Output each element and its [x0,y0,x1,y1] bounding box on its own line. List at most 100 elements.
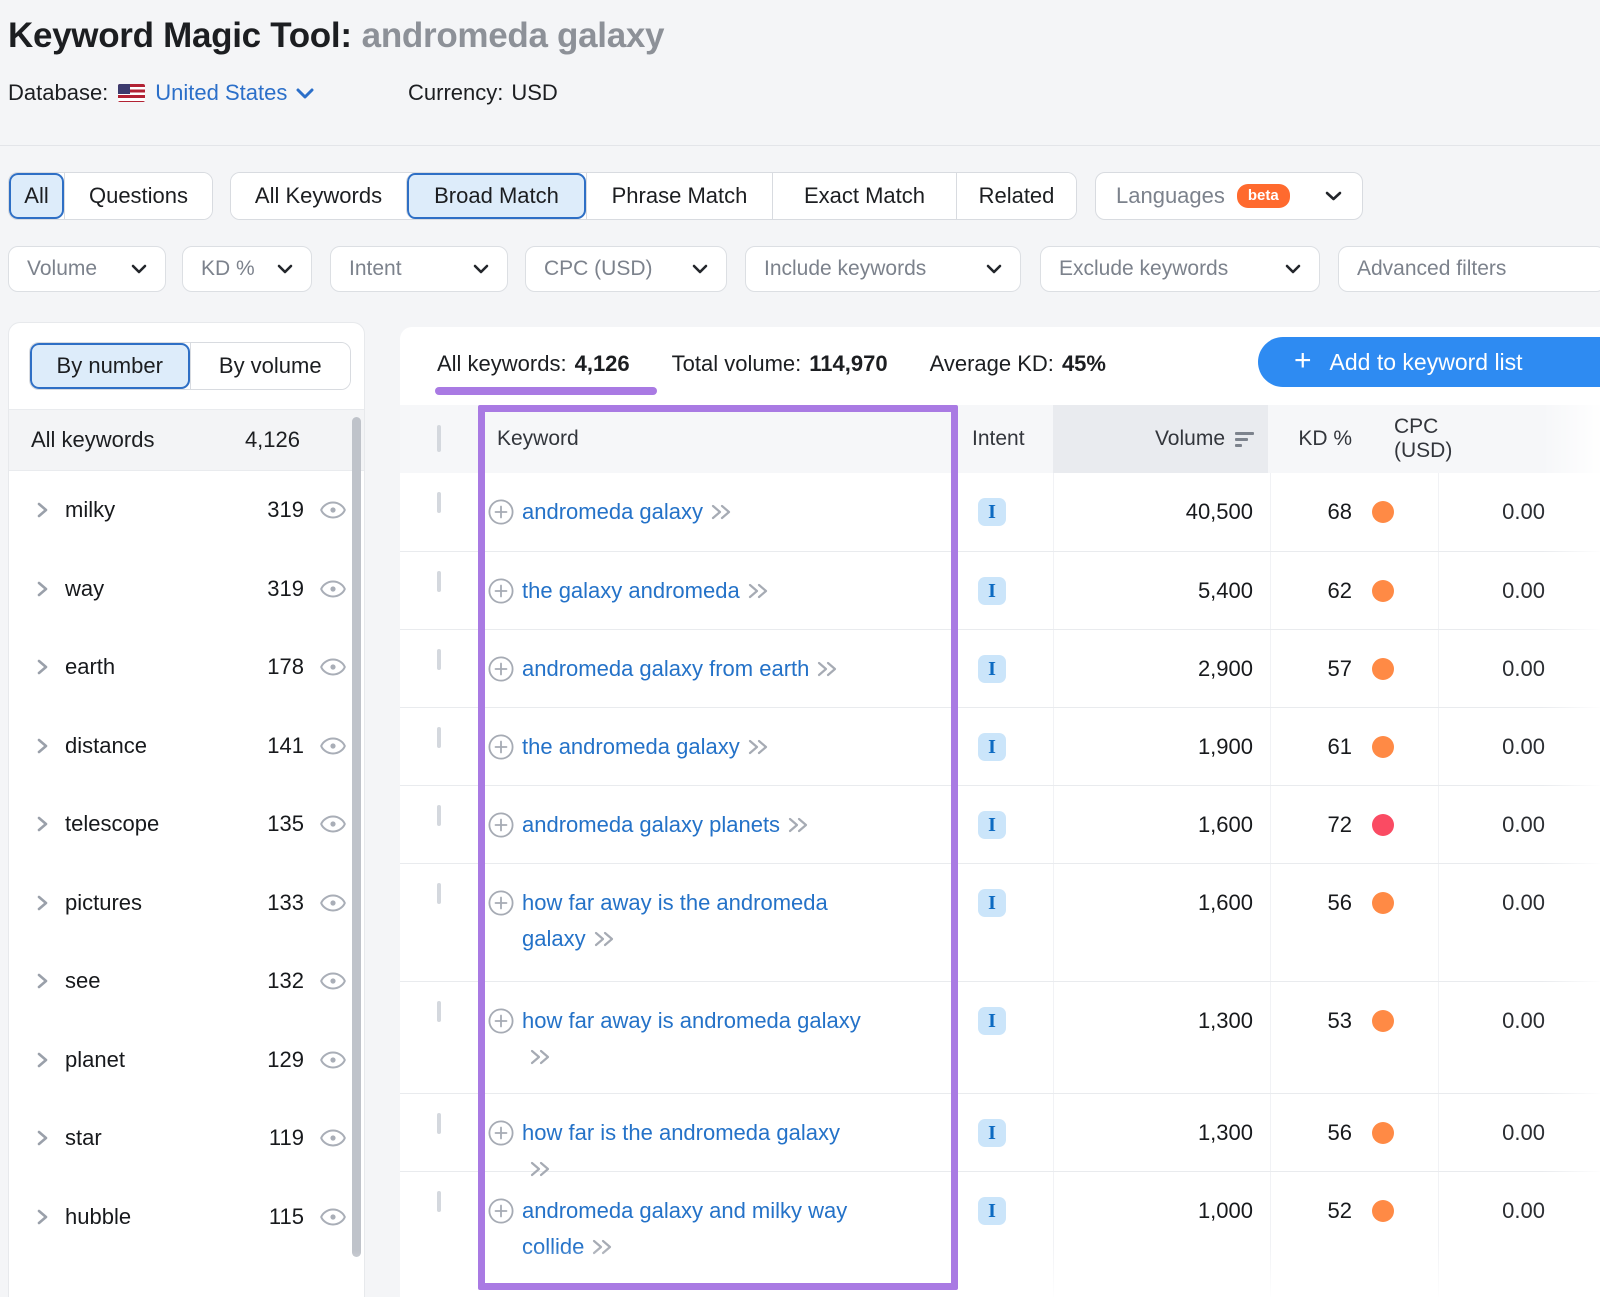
keyword-link[interactable]: the andromeda galaxy [522,734,740,759]
database-select[interactable]: United States [155,80,314,106]
chevron-right-icon [35,815,49,833]
keyword-link[interactable]: andromeda galaxy and milky way collide [522,1198,847,1259]
include-keywords-dropdown[interactable]: Include keywords [745,246,1021,292]
kd-value: 68 [1328,494,1352,530]
expand-keyword-icon[interactable] [816,652,838,688]
keyword-link[interactable]: how far away is andromeda galaxy [522,1008,861,1033]
row-checkbox[interactable] [437,1001,441,1022]
expand-keyword-icon[interactable] [787,808,809,844]
add-keyword-icon[interactable] [488,499,514,536]
volume-column-header[interactable]: Volume [1053,405,1268,473]
group-item-earth[interactable]: earth178 [9,628,364,707]
intent-column-header[interactable]: Intent [890,427,1010,451]
eye-icon[interactable] [320,1208,346,1226]
add-to-keyword-list-button[interactable]: + Add to keyword list [1258,337,1600,387]
expand-keyword-icon[interactable] [529,1040,551,1076]
eye-icon[interactable] [320,737,346,755]
group-item-planet[interactable]: planet129 [9,1021,364,1100]
advanced-filters-button[interactable]: Advanced filters [1338,246,1600,292]
table-row: how far away is the andromeda galaxy I 1… [400,863,1600,981]
keyword-column-header[interactable]: Keyword [465,427,890,451]
eye-icon[interactable] [320,501,346,519]
keyword-link[interactable]: andromeda galaxy planets [522,812,780,837]
tab-broad-match[interactable]: Broad Match [406,173,586,219]
group-item-star[interactable]: star119 [9,1099,364,1178]
expand-keyword-icon[interactable] [593,922,615,958]
eye-icon[interactable] [320,1129,346,1147]
row-checkbox[interactable] [437,1113,441,1134]
tab-questions[interactable]: Questions [64,173,212,219]
expand-keyword-icon[interactable] [747,730,769,766]
intent-filter-dropdown[interactable]: Intent [330,246,508,292]
group-item-telescope[interactable]: telescope135 [9,785,364,864]
keywords-table-card: All keywords:4,126 Total volume:114,970 … [400,327,1600,1297]
tab-exact-match[interactable]: Exact Match [772,173,956,219]
expand-keyword-icon[interactable] [710,495,732,531]
group-item-hubble[interactable]: hubble115 [9,1178,364,1257]
average-kd-value: 45% [1062,351,1106,376]
sidebar-header[interactable]: All keywords 4,126 [9,409,364,471]
expand-keyword-icon[interactable] [591,1230,613,1266]
group-item-pictures[interactable]: pictures133 [9,864,364,943]
languages-dropdown[interactable]: Languages beta [1095,172,1363,220]
group-item-see[interactable]: see132 [9,942,364,1021]
group-item-milky[interactable]: milky319 [9,471,364,550]
expand-keyword-icon[interactable] [529,1152,551,1188]
keyword-link[interactable]: the galaxy andromeda [522,578,740,603]
add-keyword-icon[interactable] [488,1120,514,1157]
add-keyword-icon[interactable] [488,734,514,771]
chevron-right-icon [35,1051,49,1069]
row-checkbox[interactable] [437,805,441,826]
group-item-distance[interactable]: distance141 [9,707,364,786]
expand-keyword-icon[interactable] [747,574,769,610]
keyword-link[interactable]: how far away is the andromeda galaxy [522,890,828,951]
add-keyword-icon[interactable] [488,890,514,927]
eye-icon[interactable] [320,972,346,990]
row-checkbox[interactable] [437,649,441,670]
total-volume-label: Total volume: [672,351,802,376]
kd-difficulty-dot [1372,658,1394,680]
volume-filter-dropdown[interactable]: Volume [8,246,166,292]
all-keywords-value: 4,126 [575,351,630,376]
eye-icon[interactable] [320,580,346,598]
row-checkbox[interactable] [437,492,441,513]
cpc-value: 0.00 [1394,1115,1545,1151]
kd-value: 57 [1328,651,1352,687]
toggle-by-number[interactable]: By number [30,343,190,389]
row-checkbox[interactable] [437,727,441,748]
tab-all-keywords[interactable]: All Keywords [231,173,406,219]
eye-icon[interactable] [320,1051,346,1069]
add-keyword-icon[interactable] [488,812,514,849]
tab-related[interactable]: Related [956,173,1076,219]
eye-icon[interactable] [320,894,346,912]
add-keyword-icon[interactable] [488,1008,514,1045]
eye-icon[interactable] [320,658,346,676]
group-item-way[interactable]: way319 [9,550,364,629]
row-checkbox[interactable] [437,883,441,904]
exclude-keywords-dropdown[interactable]: Exclude keywords [1040,246,1320,292]
cpc-column-header[interactable]: CPC (USD) [1352,415,1497,463]
volume-value: 1,600 [1010,885,1253,921]
eye-icon[interactable] [320,815,346,833]
sort-descending-icon[interactable] [1235,432,1254,447]
row-checkbox[interactable] [437,571,441,592]
add-keyword-icon[interactable] [488,1198,514,1235]
row-checkbox[interactable] [437,1191,441,1212]
kd-filter-dropdown[interactable]: KD % [182,246,312,292]
tab-phrase-match[interactable]: Phrase Match [586,173,772,219]
tab-all[interactable]: All [9,173,64,219]
kd-difficulty-dot [1372,814,1394,836]
volume-value: 1,300 [1010,1003,1253,1039]
keyword-link[interactable]: how far is the andromeda galaxy [522,1120,840,1145]
toggle-by-volume[interactable]: By volume [190,343,351,389]
add-keyword-icon[interactable] [488,578,514,615]
cpc-filter-dropdown[interactable]: CPC (USD) [525,246,727,292]
select-all-checkbox[interactable] [437,425,441,452]
kd-difficulty-dot [1372,1010,1394,1032]
add-keyword-icon[interactable] [488,656,514,693]
keyword-link[interactable]: andromeda galaxy [522,499,703,524]
languages-label: Languages [1116,183,1225,209]
sidebar-scrollbar[interactable] [352,417,361,1257]
kd-value: 62 [1328,573,1352,609]
keyword-link[interactable]: andromeda galaxy from earth [522,656,809,681]
